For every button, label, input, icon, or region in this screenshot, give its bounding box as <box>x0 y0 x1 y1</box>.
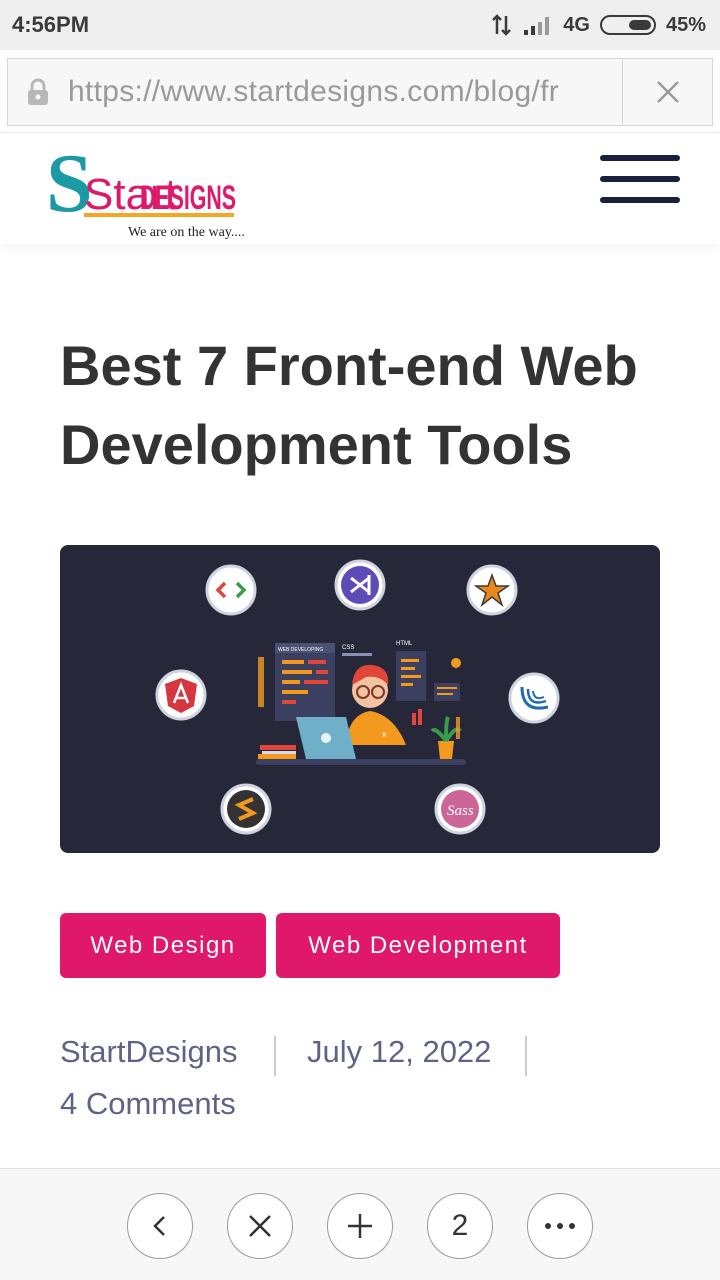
hero-label-panel2: CSS <box>342 645 354 651</box>
url-text[interactable]: https://www.startdesigns.com/blog/fr <box>68 75 622 109</box>
post-title-line1: Best 7 Front-end Web <box>60 334 638 397</box>
developer-illustration: WEB DEVELOPING CSS HTML x <box>256 641 466 765</box>
new-tab-button[interactable] <box>327 1193 393 1259</box>
close-icon <box>249 1215 271 1237</box>
svg-text:x: x <box>382 729 387 739</box>
meta-divider <box>525 1036 527 1076</box>
jquery-icon <box>508 672 560 724</box>
back-button[interactable] <box>127 1193 193 1259</box>
chrome-devtools-icon <box>205 564 257 616</box>
more-button[interactable] <box>527 1193 593 1259</box>
data-transfer-icon <box>492 14 512 36</box>
hero-image: Sass WEB DEVELOPING CSS HTML x <box>60 545 660 853</box>
plus-icon <box>348 1214 372 1238</box>
close-page-button[interactable] <box>227 1193 293 1259</box>
site-logo[interactable]: S Start DESIGNS We are on the way...... <box>44 133 252 245</box>
battery-icon <box>599 15 656 35</box>
tabs-button[interactable]: 2 <box>427 1193 493 1259</box>
logo-tagline: We are on the way...... <box>128 225 244 240</box>
post-author[interactable]: StartDesigns <box>60 1034 237 1070</box>
hamburger-icon[interactable] <box>600 155 680 205</box>
post-title: Best 7 Front-end Web Development Tools <box>60 326 680 484</box>
status-time: 4:56PM <box>12 12 90 37</box>
status-bar: 4:56PM 4G 45% <box>0 0 720 50</box>
sass-icon: Sass <box>434 783 486 835</box>
close-icon[interactable] <box>622 59 712 125</box>
hero-label-panel1: WEB DEVELOPING <box>278 647 323 653</box>
status-indicators: 4G 45% <box>491 14 706 37</box>
meta-divider <box>274 1036 276 1076</box>
sublime-text-icon <box>220 783 272 835</box>
url-bar[interactable]: https://www.startdesigns.com/blog/fr <box>7 58 713 126</box>
chevron-left-icon <box>153 1216 165 1236</box>
post-date[interactable]: July 12, 2022 <box>307 1034 491 1070</box>
star-tool-icon <box>466 564 518 616</box>
site-header: S Start DESIGNS We are on the way...... <box>0 132 720 244</box>
svg-text:Sass: Sass <box>447 803 474 819</box>
angular-icon <box>155 669 207 721</box>
tag-web-development[interactable]: Web Development <box>276 913 560 978</box>
tab-count: 2 <box>451 1209 469 1242</box>
tag-web-design[interactable]: Web Design <box>60 913 266 978</box>
browser-bottom-bar: 2 <box>0 1168 720 1280</box>
signal-icon <box>524 17 550 35</box>
network-type: 4G <box>563 13 590 36</box>
battery-percent: 45% <box>665 13 706 36</box>
hero-label-panel3: HTML <box>396 641 413 647</box>
post-comments[interactable]: 4 Comments <box>60 1086 236 1122</box>
lock-icon <box>8 78 68 106</box>
post-title-line2: Development Tools <box>60 413 573 476</box>
visual-studio-icon <box>334 559 386 611</box>
more-dots-icon <box>545 1223 575 1229</box>
logo-word-designs: DESIGNS <box>140 179 236 217</box>
